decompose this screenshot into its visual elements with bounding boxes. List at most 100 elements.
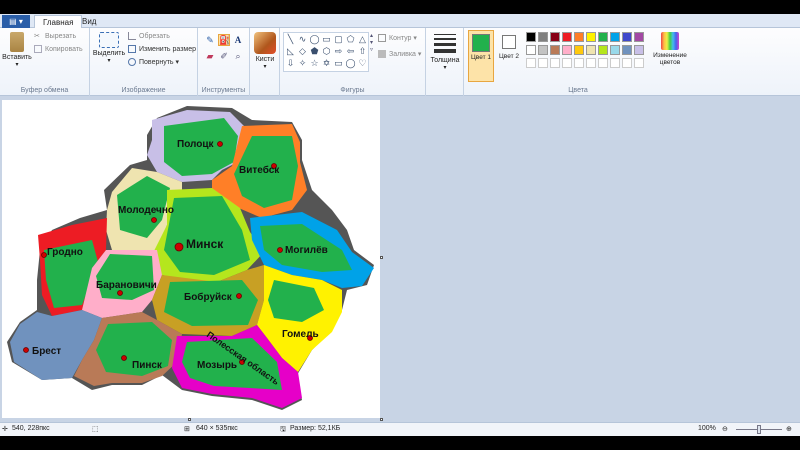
six-point-star-shape-icon[interactable]: ✡ xyxy=(321,58,332,69)
select-button[interactable]: Выделить ▾ xyxy=(92,32,126,64)
copy-button[interactable]: Копировать xyxy=(34,45,83,53)
palette-swatch[interactable] xyxy=(622,58,632,68)
crop-button[interactable]: Обрезать xyxy=(128,32,170,40)
diamond-shape-icon[interactable]: ◇ xyxy=(297,46,308,57)
clipboard-group: Вставить ▾ ✂ Вырезать Копировать Буфер об… xyxy=(0,28,90,96)
fill-button[interactable]: Заливка ▾ xyxy=(378,50,421,59)
dimensions-icon: ⊞ xyxy=(184,426,190,433)
outline-button[interactable]: Контур ▾ xyxy=(378,34,417,43)
palette-swatch[interactable] xyxy=(598,45,608,55)
canvas-resize-handle-bottom[interactable] xyxy=(188,418,191,421)
size-group: Толщина ▾ xyxy=(426,28,464,96)
palette-swatch[interactable] xyxy=(610,45,620,55)
zoom-in-button[interactable]: ⊕ xyxy=(786,425,792,433)
palette-swatch[interactable] xyxy=(562,58,572,68)
file-menu-button[interactable]: ▤ ▾ xyxy=(2,15,30,28)
shapes-gallery[interactable]: ╲ ∿ ◯ ▭ ▢ ⬠ △ ◺ ◇ ⬟ ⬡ ⇨ ⇦ ⇧ ⇩ ✧ ☆ ✡ ▭ ◯ xyxy=(283,32,369,72)
cursor-icon: ✛ xyxy=(2,426,8,433)
palette-swatch[interactable] xyxy=(550,32,560,42)
palette-swatch[interactable] xyxy=(550,58,560,68)
zoom-out-button[interactable]: ⊖ xyxy=(722,425,728,433)
four-point-star-shape-icon[interactable]: ✧ xyxy=(297,58,308,69)
palette-swatch[interactable] xyxy=(622,32,632,42)
magnifier-icon[interactable]: ⌕ xyxy=(232,50,244,62)
polygon-shape-icon[interactable]: ⬠ xyxy=(345,34,356,45)
brushes-button[interactable]: Кисти ▾ xyxy=(252,32,278,70)
city-dot-brest xyxy=(23,347,29,353)
shapes-scroll-icon[interactable]: ▴ ▾ ▿ xyxy=(370,32,373,53)
text-tool-icon[interactable]: A xyxy=(232,34,244,46)
palette-swatch[interactable] xyxy=(538,32,548,42)
tools-group: ✎ ⛽ A ▰ ✐ ⌕ Инструменты xyxy=(198,28,250,96)
canvas-resize-handle-right[interactable] xyxy=(380,256,383,259)
palette-swatch[interactable] xyxy=(526,32,536,42)
callout-rect-shape-icon[interactable]: ▭ xyxy=(333,58,344,69)
brushes-group: Кисти ▾ xyxy=(250,28,280,96)
rounded-rectangle-shape-icon[interactable]: ▢ xyxy=(333,34,344,45)
palette-swatch[interactable] xyxy=(586,32,596,42)
image-dimensions: 640 × 535пкс xyxy=(196,425,238,432)
heart-shape-icon[interactable]: ♡ xyxy=(357,58,368,69)
rotate-button[interactable]: Повернуть ▾ xyxy=(128,58,179,67)
palette-swatch[interactable] xyxy=(526,45,536,55)
palette-swatch[interactable] xyxy=(634,32,644,42)
palette-swatch[interactable] xyxy=(562,32,572,42)
triangle-shape-icon[interactable]: △ xyxy=(357,34,368,45)
down-arrow-shape-icon[interactable]: ⇩ xyxy=(285,58,296,69)
palette-swatch[interactable] xyxy=(574,45,584,55)
status-bar: ✛ 540, 228пкс ⬚ ⊞ 640 × 535пкс 🖫 Размер:… xyxy=(0,422,800,436)
tab-view[interactable]: Вид xyxy=(74,15,104,28)
zoom-slider-thumb[interactable] xyxy=(757,425,761,434)
outline-label: Контур ▾ xyxy=(389,35,417,42)
tools-group-label: Инструменты xyxy=(201,87,246,94)
cut-button[interactable]: ✂ Вырезать xyxy=(34,32,76,40)
palette-swatch[interactable] xyxy=(634,45,644,55)
image-group-label: Изображение xyxy=(121,87,166,94)
palette-swatch[interactable] xyxy=(574,58,584,68)
palette-swatch[interactable] xyxy=(598,58,608,68)
top-black-bar xyxy=(0,0,800,14)
city-dot-minsk xyxy=(174,242,184,252)
ribbon-tabs: ▤ ▾ Главная Вид xyxy=(0,14,800,28)
fill-bucket-icon[interactable]: ⛽ xyxy=(218,34,230,46)
drawing-canvas[interactable]: Полоцк Витебск Молодечно Минск Могилёв Г… xyxy=(2,100,380,418)
pencil-icon[interactable]: ✎ xyxy=(204,34,216,46)
size-button[interactable]: Толщина ▾ xyxy=(430,34,460,71)
color-picker-icon[interactable]: ✐ xyxy=(218,50,230,62)
canvas-resize-handle-corner[interactable] xyxy=(380,418,383,421)
color1-button[interactable]: Цвет 1 xyxy=(468,30,494,82)
resize-button[interactable]: Изменить размер xyxy=(128,45,196,53)
palette-swatch[interactable] xyxy=(550,45,560,55)
curve-shape-icon[interactable]: ∿ xyxy=(297,34,308,45)
eraser-icon[interactable]: ▰ xyxy=(204,50,216,62)
brushes-label: Кисти xyxy=(255,56,275,63)
hexagon-shape-icon[interactable]: ⬡ xyxy=(321,46,332,57)
palette-swatch[interactable] xyxy=(586,58,596,68)
edit-colors-button[interactable]: Изменение цветов xyxy=(650,32,690,66)
palette-swatch[interactable] xyxy=(538,58,548,68)
paste-dropdown-icon: ▾ xyxy=(15,62,19,68)
up-arrow-shape-icon[interactable]: ⇧ xyxy=(357,46,368,57)
palette-swatch[interactable] xyxy=(622,45,632,55)
callout-oval-shape-icon[interactable]: ◯ xyxy=(345,58,356,69)
paste-button[interactable]: Вставить ▾ xyxy=(2,32,32,68)
palette-swatch[interactable] xyxy=(634,58,644,68)
palette-swatch[interactable] xyxy=(526,58,536,68)
left-arrow-shape-icon[interactable]: ⇦ xyxy=(345,46,356,57)
rectangle-shape-icon[interactable]: ▭ xyxy=(321,34,332,45)
palette-swatch[interactable] xyxy=(586,45,596,55)
palette-swatch[interactable] xyxy=(598,32,608,42)
right-arrow-shape-icon[interactable]: ⇨ xyxy=(333,46,344,57)
right-triangle-shape-icon[interactable]: ◺ xyxy=(285,46,296,57)
outline-icon xyxy=(378,34,386,43)
palette-swatch[interactable] xyxy=(574,32,584,42)
five-point-star-shape-icon[interactable]: ☆ xyxy=(309,58,320,69)
line-shape-icon[interactable]: ╲ xyxy=(285,34,296,45)
palette-swatch[interactable] xyxy=(610,58,620,68)
palette-swatch[interactable] xyxy=(562,45,572,55)
palette-swatch[interactable] xyxy=(610,32,620,42)
pentagon-shape-icon[interactable]: ⬟ xyxy=(309,46,320,57)
palette-swatch[interactable] xyxy=(538,45,548,55)
oval-shape-icon[interactable]: ◯ xyxy=(309,34,320,45)
color2-button[interactable]: Цвет 2 xyxy=(496,30,522,82)
